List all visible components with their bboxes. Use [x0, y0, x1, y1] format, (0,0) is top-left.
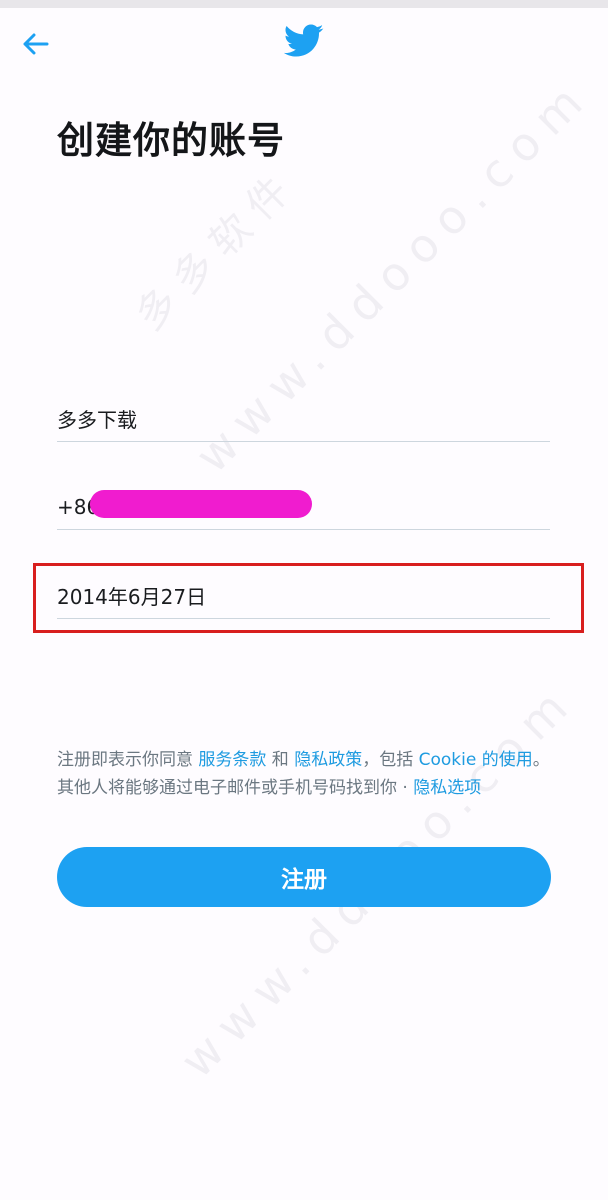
- terms-text-1: 注册即表示你同意: [57, 750, 199, 770]
- privacy-policy-link[interactable]: 隐私政策: [294, 750, 362, 770]
- back-button[interactable]: [14, 24, 58, 64]
- status-strip: [0, 0, 608, 8]
- terms-of-service-link[interactable]: 服务条款: [198, 750, 266, 770]
- watermark-text-cn: 多多软件: [127, 159, 307, 340]
- twitter-bird-icon: [283, 24, 324, 60]
- cookie-use-link[interactable]: Cookie 的使用: [419, 750, 533, 770]
- signup-button[interactable]: 注册: [57, 847, 551, 907]
- terms-text-2: 和: [266, 750, 295, 770]
- highlight-annotation: [33, 563, 584, 633]
- terms-text: 注册即表示你同意 服务条款 和 隐私政策，包括 Cookie 的使用。其他人将能…: [57, 746, 557, 802]
- arrow-left-icon: [23, 33, 49, 55]
- page-title: 创建你的账号: [57, 119, 285, 162]
- name-input[interactable]: [57, 406, 550, 431]
- terms-text-3: ，包括: [362, 750, 419, 770]
- privacy-options-link[interactable]: 隐私选项: [413, 778, 481, 798]
- name-field[interactable]: [57, 396, 550, 442]
- redaction-mark: [90, 490, 312, 518]
